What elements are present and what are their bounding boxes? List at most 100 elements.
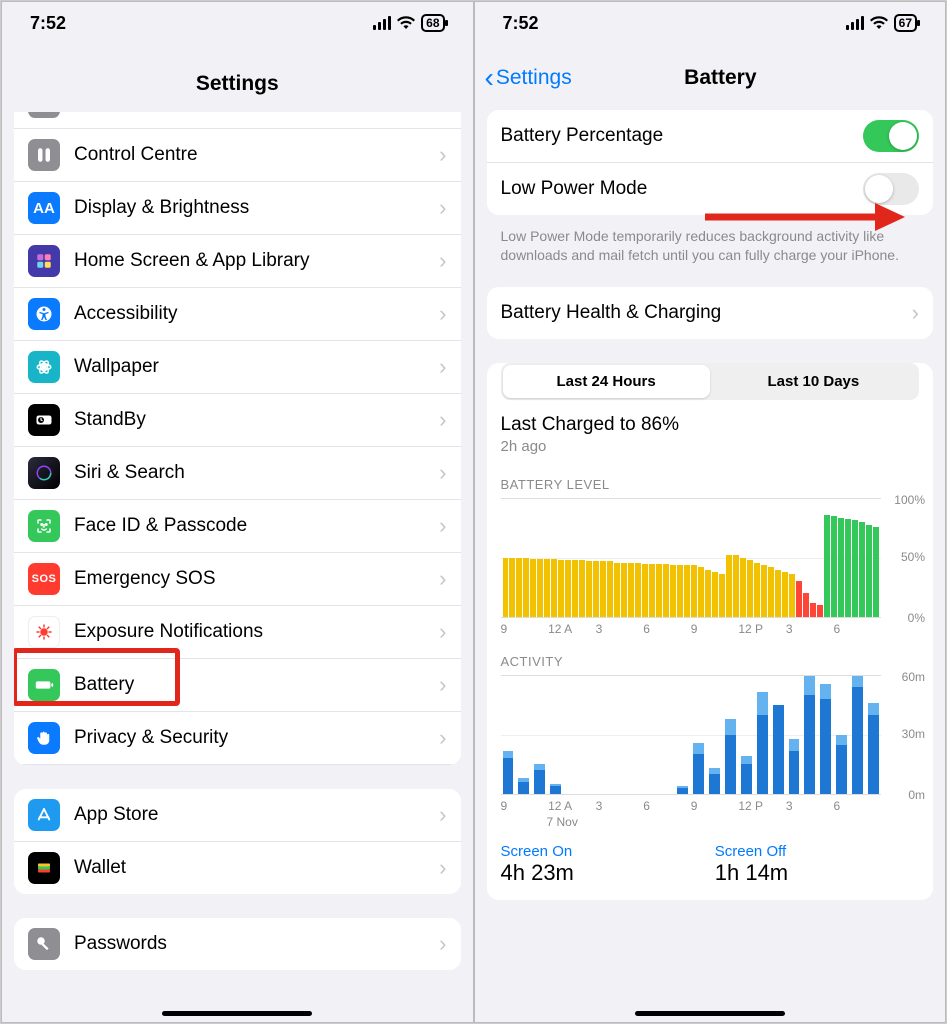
battery-level-chart: 100% 50% 0% [501, 498, 882, 618]
sliders-icon [35, 146, 53, 164]
battery-screen: 7:52 67 ‹ Settings Battery Battery Perce… [474, 1, 947, 1023]
appstore-icon [35, 806, 53, 824]
battery-percentage-toggle[interactable] [863, 120, 919, 152]
settings-screen: 7:52 68 Settings ⚙ General › Control Cen… [1, 1, 474, 1023]
health-group: Battery Health & Charging › [487, 287, 934, 339]
virus-icon [35, 623, 53, 641]
row-label: Wallpaper [74, 356, 439, 378]
status-time: 7:52 [30, 13, 66, 34]
row-label: Siri & Search [74, 462, 439, 484]
page-title: Settings [2, 44, 473, 112]
activity-label: ACTIVITY [487, 636, 934, 675]
row-wallet[interactable]: Wallet › [14, 842, 461, 894]
battery-indicator: 68 [421, 14, 444, 32]
row-low-power-mode: Low Power Mode [487, 163, 934, 215]
chevron-right-icon: › [912, 300, 919, 326]
chevron-right-icon: › [439, 112, 446, 115]
chevron-right-icon: › [439, 142, 446, 168]
row-privacy[interactable]: Privacy & Security › [14, 712, 461, 765]
accessibility-icon [35, 305, 53, 323]
wifi-icon [397, 14, 415, 32]
low-power-footer: Low Power Mode temporarily reduces backg… [475, 221, 946, 265]
low-power-mode-toggle[interactable] [863, 173, 919, 205]
row-label: Emergency SOS [74, 568, 439, 590]
row-label: Home Screen & App Library [74, 250, 439, 272]
row-passwords[interactable]: Passwords › [14, 918, 461, 970]
flower-icon [35, 358, 53, 376]
row-display[interactable]: AA Display & Brightness › [14, 182, 461, 235]
last-charged-sub: 2h ago [501, 436, 920, 455]
status-bar: 7:52 68 [2, 2, 473, 44]
row-label: General [74, 112, 439, 113]
row-label: Control Centre [74, 144, 439, 166]
row-accessibility[interactable]: Accessibility › [14, 288, 461, 341]
tab-24h[interactable]: Last 24 Hours [503, 365, 710, 398]
y-label: 60m [902, 670, 925, 684]
chevron-right-icon: › [439, 619, 446, 645]
row-sos[interactable]: SOS Emergency SOS › [14, 553, 461, 606]
row-battery-health[interactable]: Battery Health & Charging › [487, 287, 934, 339]
row-label: Passwords [74, 933, 439, 955]
settings-group-2: App Store › Wallet › [14, 789, 461, 894]
x-axis-date: 7 Nov [487, 813, 934, 829]
text-size-icon: AA [33, 200, 55, 217]
row-appstore[interactable]: App Store › [14, 789, 461, 842]
screen-on-label: Screen On [501, 843, 705, 860]
chevron-right-icon: › [439, 725, 446, 751]
row-general[interactable]: ⚙ General › [14, 112, 461, 129]
siri-icon [35, 464, 53, 482]
hand-icon [35, 729, 53, 747]
row-label: Face ID & Passcode [74, 515, 439, 537]
sos-icon: SOS [32, 573, 57, 585]
y-label: 0m [908, 788, 925, 802]
row-standby[interactable]: StandBy › [14, 394, 461, 447]
chevron-right-icon: › [439, 195, 446, 221]
key-icon [35, 935, 53, 953]
row-label: Battery [74, 674, 439, 696]
y-label: 0% [908, 611, 925, 625]
y-label: 30m [902, 727, 925, 741]
chevron-right-icon: › [439, 354, 446, 380]
faceid-icon [35, 517, 53, 535]
gear-icon: ⚙ [35, 112, 53, 115]
row-label: Wallet [74, 857, 439, 879]
battery-indicator: 67 [894, 14, 917, 32]
status-time: 7:52 [503, 13, 539, 34]
row-battery[interactable]: Battery › [14, 659, 461, 712]
grid-icon [35, 252, 53, 270]
chevron-right-icon: › [439, 460, 446, 486]
row-wallpaper[interactable]: Wallpaper › [14, 341, 461, 394]
chevron-right-icon: › [439, 802, 446, 828]
row-exposure[interactable]: Exposure Notifications › [14, 606, 461, 659]
row-home[interactable]: Home Screen & App Library › [14, 235, 461, 288]
wallet-icon [35, 859, 53, 877]
chevron-right-icon: › [439, 931, 446, 957]
home-indicator[interactable] [162, 1011, 312, 1016]
cellular-icon [373, 16, 391, 30]
nav-bar: ‹ Settings Battery [475, 44, 946, 104]
clock-icon [35, 411, 53, 429]
y-label: 100% [894, 493, 925, 507]
row-label: Battery Health & Charging [501, 302, 912, 324]
row-label: Low Power Mode [501, 178, 864, 200]
row-faceid[interactable]: Face ID & Passcode › [14, 500, 461, 553]
x-axis: 912 A36912 P36 [501, 799, 882, 813]
chevron-right-icon: › [439, 248, 446, 274]
row-label: Accessibility [74, 303, 439, 325]
time-range-tabs: Last 24 Hours Last 10 Days [501, 363, 920, 400]
cellular-icon [846, 16, 864, 30]
row-label: StandBy [74, 409, 439, 431]
tab-10d[interactable]: Last 10 Days [710, 365, 917, 398]
row-siri[interactable]: Siri & Search › [14, 447, 461, 500]
screen-off-label: Screen Off [715, 843, 919, 860]
row-control-centre[interactable]: Control Centre › [14, 129, 461, 182]
wifi-icon [870, 14, 888, 32]
chevron-right-icon: › [439, 301, 446, 327]
usage-card: Last 24 Hours Last 10 Days Last Charged … [487, 363, 934, 900]
chevron-right-icon: › [439, 407, 446, 433]
row-battery-percentage: Battery Percentage [487, 110, 934, 163]
chevron-right-icon: › [439, 855, 446, 881]
y-label: 50% [901, 550, 925, 564]
home-indicator[interactable] [635, 1011, 785, 1016]
screen-on-value: 4h 23m [501, 860, 705, 886]
